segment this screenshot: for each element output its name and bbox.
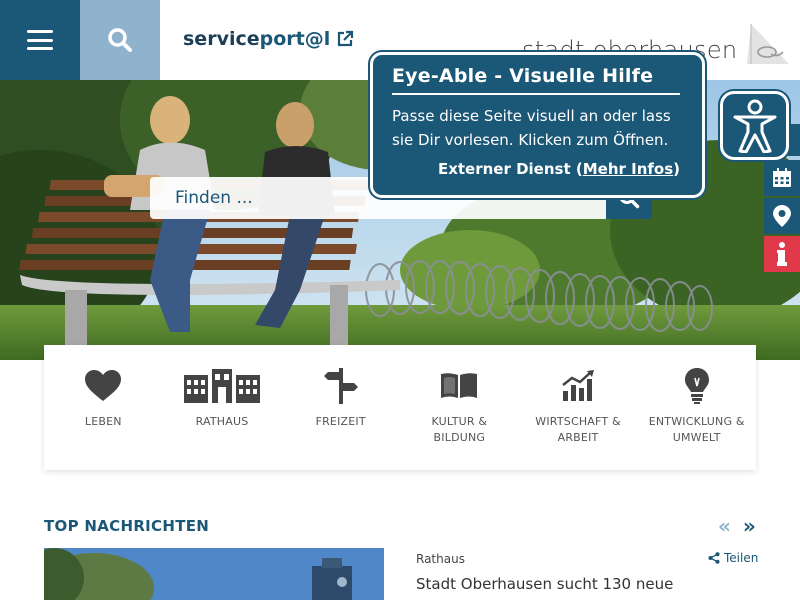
location-button[interactable] <box>764 198 800 234</box>
top-news-heading: TOP NACHRICHTEN <box>44 517 210 535</box>
news-headline-link[interactable]: Stadt Oberhausen sucht 130 neue <box>416 575 673 593</box>
category-kultur-bildung[interactable]: KULTUR & BILDUNG <box>400 345 519 470</box>
signpost-icon <box>323 368 358 404</box>
calendar-icon <box>773 168 791 187</box>
town-hall-icon <box>184 369 260 403</box>
side-button-top[interactable] <box>788 124 800 156</box>
category-rathaus[interactable]: RATHAUS <box>163 345 282 470</box>
category-label: FREIZEIT <box>315 415 366 428</box>
info-button[interactable] <box>764 236 800 272</box>
tooltip-ext-prefix: Externer Dienst ( <box>437 160 583 178</box>
menu-button[interactable] <box>0 0 80 80</box>
category-wirtschaft-arbeit[interactable]: WIRTSCHAFT & ARBEIT <box>519 345 638 470</box>
more-info-link[interactable]: Mehr Infos <box>583 160 673 178</box>
eye-able-button[interactable] <box>720 91 789 160</box>
category-leben[interactable]: LEBEN <box>44 345 163 470</box>
category-label: RATHAUS <box>195 415 249 428</box>
category-label: LEBEN <box>84 415 122 428</box>
category-navigation: LEBEN RATHAUS FREIZEIT KULTUR & BILDUNG … <box>44 345 756 470</box>
share-label: Teilen <box>724 551 759 565</box>
external-link-icon <box>338 30 354 47</box>
tooltip-title: Eye-Able - Visuelle Hilfe <box>392 65 680 95</box>
search-toggle-button[interactable] <box>80 0 160 80</box>
hamburger-icon <box>27 30 53 50</box>
calendar-button[interactable] <box>764 160 800 196</box>
serviceportal-label-a: service <box>183 28 260 50</box>
search-icon <box>108 28 132 52</box>
eye-able-tooltip: Eye-Able - Visuelle Hilfe Passe diese Se… <box>370 52 705 198</box>
serviceportal-label-b: port@l <box>259 28 331 50</box>
category-freizeit[interactable]: FREIZEIT <box>281 345 400 470</box>
news-pager: « » <box>718 514 756 538</box>
lightbulb-icon <box>684 368 709 404</box>
tooltip-ext-suffix: ) <box>673 160 680 178</box>
info-icon <box>777 242 787 266</box>
chart-icon <box>562 370 595 401</box>
news-next-button[interactable]: » <box>743 514 756 538</box>
share-button[interactable]: Teilen <box>708 551 758 565</box>
logo-mark-icon <box>747 24 790 64</box>
accessibility-icon <box>733 99 776 153</box>
news-image[interactable] <box>44 548 384 600</box>
category-label: KULTUR & BILDUNG <box>431 415 488 444</box>
category-entwicklung-umwelt[interactable]: ENTWICKLUNG & UMWELT <box>637 345 756 470</box>
category-label: WIRTSCHAFT & ARBEIT <box>535 415 621 444</box>
news-category: Rathaus <box>416 552 465 566</box>
map-pin-icon <box>773 205 791 227</box>
tooltip-external-note: Externer Dienst (Mehr Infos) <box>392 160 680 178</box>
news-prev-button[interactable]: « <box>718 514 731 538</box>
heart-icon <box>85 370 122 401</box>
search-placeholder: Finden ... <box>175 188 253 208</box>
share-icon <box>708 552 720 564</box>
category-label: ENTWICKLUNG & UMWELT <box>648 415 745 444</box>
book-icon <box>441 373 478 398</box>
tooltip-body: Passe diese Seite visuell an oder lass s… <box>392 107 671 149</box>
serviceportal-link[interactable]: serviceport@l <box>183 28 354 50</box>
